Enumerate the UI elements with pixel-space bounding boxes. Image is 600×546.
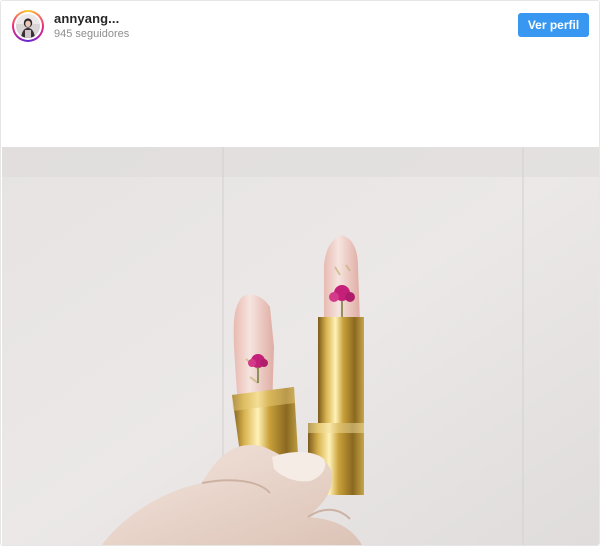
instagram-embed: annyang... 945 seguidores Ver perfil — [0, 0, 600, 546]
follower-count: 945 seguidores — [54, 28, 130, 40]
avatar[interactable] — [16, 14, 40, 38]
avatar-story-ring[interactable] — [12, 10, 44, 42]
avatar-frame — [14, 12, 42, 40]
view-profile-button[interactable]: Ver perfil — [518, 13, 589, 37]
post-header: annyang... 945 seguidores Ver perfil — [1, 1, 599, 147]
lipstick-photo — [2, 147, 599, 545]
username[interactable]: annyang... — [54, 11, 119, 26]
post-photo[interactable] — [2, 147, 599, 545]
